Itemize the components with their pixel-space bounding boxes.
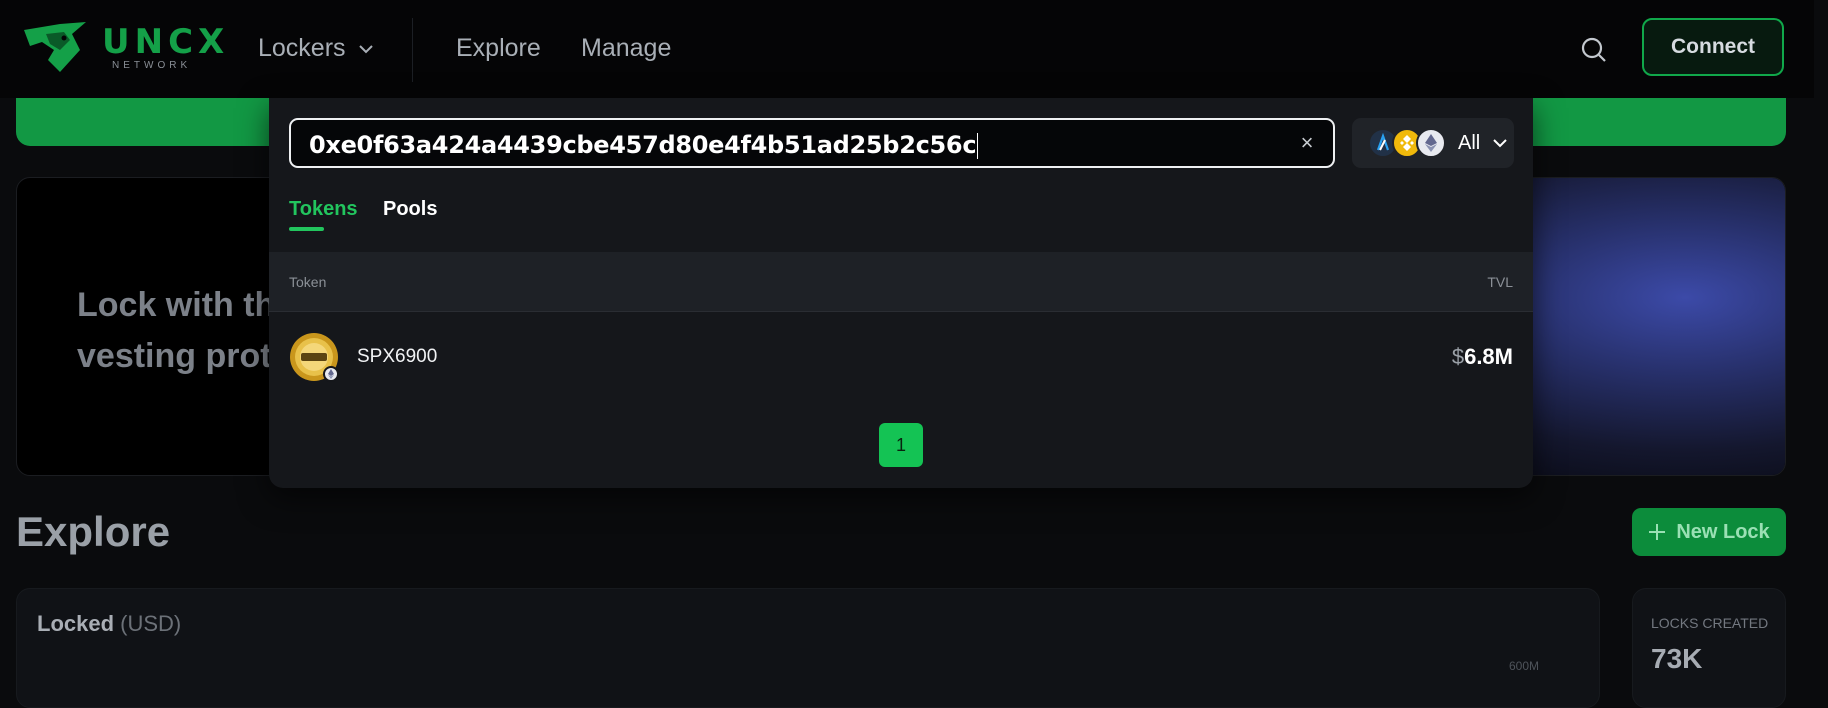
locks-created-label: LOCKS CREATED bbox=[1651, 615, 1769, 631]
search-input[interactable]: 0xe0f63a424a4439cbe457d80e4f4b51ad25b2c5… bbox=[289, 118, 1335, 168]
chain-filter-label: All bbox=[1458, 131, 1481, 154]
chain-filter-select[interactable]: All bbox=[1352, 118, 1514, 168]
column-header-token: Token bbox=[289, 274, 327, 290]
token-name: SPX6900 bbox=[357, 346, 438, 367]
active-tab-indicator bbox=[289, 227, 324, 231]
nav-lockers-label: Lockers bbox=[258, 34, 346, 62]
tab-pools[interactable]: Pools bbox=[383, 198, 437, 221]
table-row[interactable]: SPX6900 $6.8M bbox=[269, 312, 1533, 402]
search-dropdown-panel: 0xe0f63a424a4439cbe457d80e4f4b51ad25b2c5… bbox=[269, 98, 1533, 488]
ethereum-icon bbox=[1416, 128, 1446, 158]
tab-tokens[interactable]: Tokens bbox=[289, 198, 358, 221]
logo-wordmark: UNCX bbox=[102, 22, 230, 62]
explore-section-title: Explore bbox=[16, 508, 171, 555]
logo-subtitle: NETWORK bbox=[112, 60, 192, 71]
column-header-tvl: TVL bbox=[1487, 274, 1513, 290]
new-lock-label: New Lock bbox=[1676, 520, 1770, 543]
locked-unit: (USD) bbox=[120, 611, 182, 636]
connect-wallet-button[interactable]: Connect bbox=[1642, 18, 1784, 76]
nav-manage-link[interactable]: Manage bbox=[581, 34, 671, 63]
search-input-value: 0xe0f63a424a4439cbe457d80e4f4b51ad25b2c5… bbox=[309, 131, 979, 159]
text-caret bbox=[977, 133, 979, 159]
unicorn-logo-icon bbox=[24, 22, 86, 72]
search-icon bbox=[1581, 37, 1606, 62]
locked-label: Locked bbox=[37, 611, 115, 636]
hero-line-1: Lock with th bbox=[77, 286, 276, 324]
nav-divider bbox=[412, 18, 413, 82]
spx6900-token-logo-icon bbox=[290, 333, 339, 382]
page-scrollbar[interactable] bbox=[1814, 0, 1828, 680]
new-lock-button[interactable]: New Lock bbox=[1632, 508, 1786, 556]
hero-headline: Lock with th vesting prot bbox=[77, 280, 275, 382]
results-table-header: Token TVL bbox=[269, 252, 1533, 312]
locked-card-title: Locked (USD) bbox=[37, 611, 181, 637]
locks-created-value: 73K bbox=[1651, 643, 1703, 674]
pagination-page-button[interactable]: 1 bbox=[879, 423, 923, 467]
nav-explore-link[interactable]: Explore bbox=[456, 34, 541, 63]
token-tvl-value: $6.8M bbox=[1452, 344, 1513, 370]
search-button[interactable] bbox=[1578, 34, 1610, 66]
locked-usd-card: Locked (USD) 600M bbox=[16, 588, 1600, 708]
chevron-down-icon bbox=[358, 44, 373, 53]
search-query-text: 0xe0f63a424a4439cbe457d80e4f4b51ad25b2c5… bbox=[309, 131, 977, 159]
tvl-amount: 6.8M bbox=[1464, 344, 1513, 369]
close-icon: × bbox=[1300, 130, 1314, 155]
plus-icon bbox=[1649, 524, 1666, 540]
chevron-down-icon bbox=[1493, 139, 1507, 148]
nav-lockers-dropdown[interactable]: Lockers bbox=[258, 34, 374, 63]
hero-line-2: vesting prot bbox=[77, 337, 272, 375]
clear-search-button[interactable]: × bbox=[1295, 130, 1319, 155]
top-navbar: UNCX NETWORK Lockers Explore Manage Conn… bbox=[0, 0, 1828, 98]
locks-created-card: LOCKS CREATED 73K bbox=[1632, 588, 1786, 708]
uncx-logo[interactable]: UNCX NETWORK bbox=[20, 20, 224, 74]
chart-axis-tick: 600M bbox=[1508, 659, 1539, 673]
tvl-currency: $ bbox=[1451, 344, 1465, 369]
